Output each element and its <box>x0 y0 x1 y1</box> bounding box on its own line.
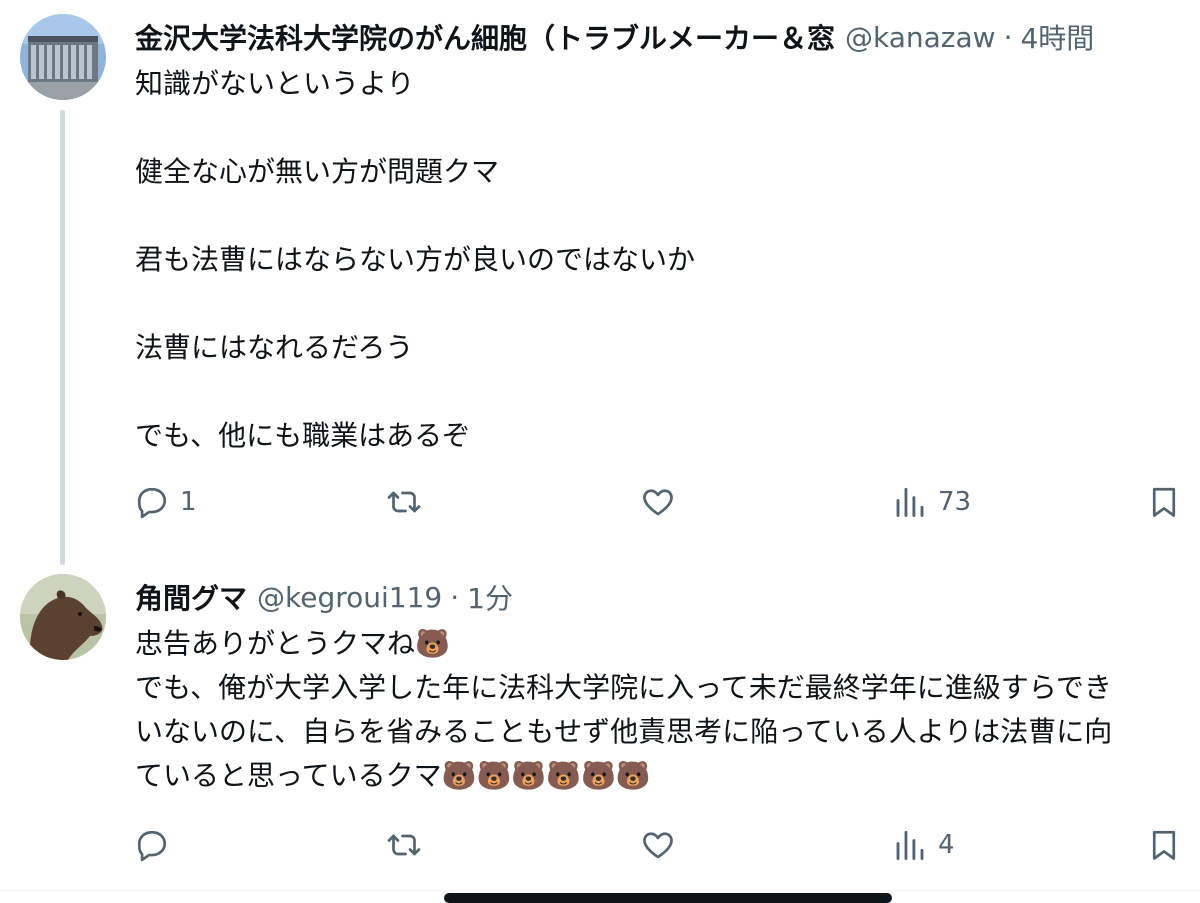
views-icon <box>896 487 924 517</box>
bookmark-button[interactable] <box>1146 477 1182 527</box>
retweet-button[interactable] <box>386 477 432 527</box>
tweet-line-blank <box>135 282 1200 326</box>
views-button[interactable]: 4 <box>892 820 955 870</box>
action-bar: 4 <box>0 820 1200 870</box>
author-name[interactable]: 角間グマ <box>135 577 247 617</box>
tweet-line: ていると思っているクマ🐻🐻🐻🐻🐻🐻 <box>135 759 651 792</box>
retweet-icon <box>387 834 421 856</box>
timestamp[interactable]: 4時間 <box>1020 17 1094 57</box>
tweet-line: 健全な心が無い方が問題クマ <box>135 155 500 188</box>
avatar-building[interactable] <box>20 14 106 100</box>
bookmark-icon <box>1152 830 1176 860</box>
reply-icon <box>137 830 167 862</box>
bookmark-icon <box>1152 487 1176 517</box>
author-name[interactable]: 金沢大学法科大学院のがん細胞（トラブルメーカー＆窓 <box>135 17 835 57</box>
bookmark-button[interactable] <box>1146 820 1182 870</box>
retweet-button[interactable] <box>386 820 432 870</box>
reply-button[interactable]: 1 <box>134 477 197 527</box>
view-count: 4 <box>938 830 955 860</box>
author-handle[interactable]: @kanazaw <box>845 21 996 54</box>
separator-dot: · <box>1003 20 1013 54</box>
like-button[interactable] <box>640 477 686 527</box>
retweet-icon <box>387 491 421 513</box>
author-handle[interactable]: @kegroui119 <box>257 581 442 614</box>
tweet-line-blank <box>135 370 1200 414</box>
tweet-2[interactable]: 角間グマ @kegroui119 · 1分 忠告ありがとうクマね🐻 でも、俺が大… <box>0 560 1200 890</box>
tweet-line: でも、他にも職業はあるぞ <box>135 419 471 452</box>
tweet-text: 忠告ありがとうクマね🐻 でも、俺が大学入学した年に法科大学院に入って未だ最終学年… <box>135 622 1200 798</box>
separator-dot: · <box>450 580 460 614</box>
action-bar: 1 73 <box>0 477 1200 527</box>
heart-icon <box>643 832 673 859</box>
tweet-1[interactable]: 金沢大学法科大学院のがん細胞（トラブルメーカー＆窓 @kanazaw · 4時間… <box>0 0 1200 565</box>
timestamp[interactable]: 1分 <box>467 577 513 617</box>
like-button[interactable] <box>640 820 686 870</box>
reply-icon <box>137 487 167 519</box>
reply-count: 1 <box>180 487 197 517</box>
views-button[interactable]: 73 <box>892 477 971 527</box>
reply-button[interactable] <box>134 820 180 870</box>
tweet-line-blank <box>135 106 1200 150</box>
avatar-bear[interactable] <box>20 574 106 660</box>
views-icon <box>896 830 924 860</box>
tweet-header: 金沢大学法科大学院のがん細胞（トラブルメーカー＆窓 @kanazaw · 4時間 <box>135 14 1192 60</box>
home-indicator[interactable] <box>444 893 892 903</box>
tweet-line: 法曹にはなれるだろう <box>135 331 414 364</box>
tweet-header: 角間グマ @kegroui119 · 1分 <box>135 574 1192 620</box>
tweet-line: でも、俺が大学入学した年に法科大学院に入って未だ最終学年に進級すらでき <box>135 671 1112 704</box>
tweet-line-blank <box>135 194 1200 238</box>
tweet-text: 知識がないというより 健全な心が無い方が問題クマ 君も法曹にはならない方が良いの… <box>135 62 1200 458</box>
view-count: 73 <box>938 487 972 517</box>
tweet-line: 君も法曹にはならない方が良いのではないか <box>135 243 696 276</box>
tweet-line: いないのに、自らを省みることもせず他責思考に陥っている人よりは法曹に向 <box>135 715 1113 748</box>
heart-icon <box>643 489 673 516</box>
tweet-line: 忠告ありがとうクマね🐻 <box>135 627 450 660</box>
divider <box>0 890 1200 891</box>
tweet-line: 知識がないというより <box>135 67 415 100</box>
